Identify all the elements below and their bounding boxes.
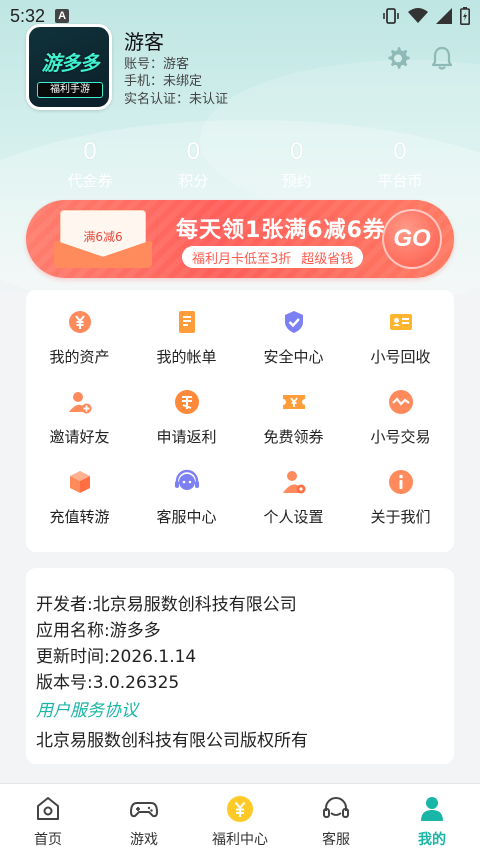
developer-text: 开发者:北京易服数创科技有限公司 (36, 595, 297, 615)
app-name-text: 应用名称:游多多 (36, 621, 161, 641)
logo-title: 游多多 (41, 51, 100, 75)
user-agreement-link[interactable]: 用户服务协议 (36, 696, 138, 721)
menu-label: 个人设置 (263, 508, 324, 526)
shield-check-icon (284, 311, 303, 333)
stat-points[interactable]: 0 积分 (143, 138, 243, 191)
stat-label: 代金券 (67, 172, 113, 190)
stat-value: 0 (186, 138, 200, 165)
menu-item-recycle[interactable]: 小号回收 (347, 308, 454, 388)
notification-badge: A (55, 9, 70, 23)
banner-sub-right: 超级省钱 (301, 251, 354, 267)
signal-icon (436, 8, 452, 24)
id-card-icon (389, 314, 412, 330)
stat-label: 积分 (178, 172, 209, 190)
stat-platform-coins[interactable]: 0 平台币 (350, 138, 450, 191)
bill-icon (178, 311, 195, 333)
stat-reservations[interactable]: 0 预约 (247, 138, 347, 191)
status-icons (382, 7, 470, 25)
user-settings-icon (282, 471, 305, 494)
copyright-text: 北京易服数创科技有限公司版权所有 (36, 731, 308, 751)
welfare-coin-icon (227, 796, 253, 822)
nav-games[interactable]: 游戏 (96, 784, 192, 853)
menu-label: 充值转游 (49, 508, 110, 526)
avatar[interactable]: 游多多 福利手游 (26, 24, 112, 110)
coupon-icon (282, 395, 305, 409)
nav-label: 游戏 (130, 832, 158, 848)
logo-subtitle: 福利手游 (37, 82, 103, 98)
banner-title: 每天领1张满6减6券 (176, 218, 386, 243)
home-icon (37, 797, 59, 820)
voucher-icon: 满6减6 (54, 208, 152, 268)
nav-label: 客服 (322, 832, 350, 848)
menu-label: 我的帐单 (156, 348, 217, 366)
menu-item-recharge-transfer[interactable]: 充值转游 (26, 468, 133, 548)
menu-item-security[interactable]: 安全中心 (240, 308, 347, 388)
menu-label: 我的资产 (49, 348, 110, 366)
menu-label: 免费领券 (263, 428, 324, 446)
yen-coin-icon (68, 311, 91, 333)
wifi-icon (408, 8, 428, 23)
menu-label: 申请返利 (156, 428, 217, 446)
gamepad-icon (130, 802, 158, 818)
bottom-nav: 首页 游戏 福利中心 客服 我的 (0, 783, 480, 853)
menu-label: 小号回收 (370, 348, 431, 366)
menu-item-personal-settings[interactable]: 个人设置 (240, 468, 347, 548)
headset-icon (174, 469, 199, 490)
promo-banner[interactable]: 满6减6 每天领1张满6减6券 福利月卡低至3折 超级省钱 GO (26, 200, 454, 278)
app-info-card: 开发者:北京易服数创科技有限公司 应用名称:游多多 更新时间:2026.1.14… (26, 568, 454, 764)
menu-item-trade[interactable]: 小号交易 (347, 388, 454, 468)
profile-icon (421, 797, 443, 821)
menu-label: 安全中心 (263, 348, 324, 366)
settings-icon[interactable] (384, 44, 412, 72)
user-name[interactable]: 游客 (124, 26, 164, 55)
go-button[interactable]: GO (382, 209, 442, 269)
stat-voucher[interactable]: 0 代金券 (40, 138, 140, 191)
bell-icon[interactable] (428, 44, 456, 72)
cube-icon (69, 471, 90, 493)
nav-label: 首页 (34, 832, 62, 848)
voucher-text: 满6减6 (83, 230, 123, 244)
menu-label: 邀请好友 (49, 428, 110, 446)
banner-sub-left: 福利月卡低至3折 (192, 251, 292, 267)
realname-text: 实名认证：未认证 (124, 92, 229, 107)
battery-icon (460, 7, 470, 25)
menu-item-rebate[interactable]: 申请返利 (133, 388, 240, 468)
menu-item-assets[interactable]: 我的资产 (26, 308, 133, 388)
stats-row: 0 代金券 0 积分 0 预约 0 平台币 (40, 138, 450, 191)
stat-value: 0 (83, 138, 97, 165)
menu-item-invite[interactable]: 邀请好友 (26, 388, 133, 468)
menu-label: 关于我们 (370, 508, 431, 526)
menu-item-support[interactable]: 客服中心 (133, 468, 240, 548)
menu-item-free-coupon[interactable]: 免费领券 (240, 388, 347, 468)
menu-grid: 我的资产 我的帐单 安全中心 小号回收 邀请好友 申请返利 免费领券 小号交易 … (26, 308, 454, 548)
vibrate-icon (383, 8, 399, 24)
info-icon (388, 470, 413, 494)
rebate-icon (174, 390, 199, 414)
stat-label: 平台币 (377, 172, 423, 190)
invite-user-icon (68, 392, 91, 414)
version-text: 版本号:3.0.26325 (36, 673, 180, 693)
stat-label: 预约 (281, 172, 312, 190)
trade-icon (388, 390, 413, 414)
phone-text: 手机：未绑定 (124, 74, 203, 89)
nav-home[interactable]: 首页 (0, 784, 96, 853)
nav-label: 福利中心 (212, 832, 268, 848)
support-icon (323, 797, 349, 818)
banner-subtitle: 福利月卡低至3折 超级省钱 (182, 246, 364, 268)
stat-value: 0 (393, 138, 407, 165)
menu-card: 我的资产 我的帐单 安全中心 小号回收 邀请好友 申请返利 免费领券 小号交易 … (26, 290, 454, 552)
menu-label: 小号交易 (370, 428, 431, 446)
menu-item-bills[interactable]: 我的帐单 (133, 308, 240, 388)
nav-label: 我的 (418, 832, 446, 848)
menu-item-about[interactable]: 关于我们 (347, 468, 454, 548)
nav-profile[interactable]: 我的 (384, 784, 480, 853)
update-time-text: 更新时间:2026.1.14 (36, 647, 197, 667)
stat-value: 0 (289, 138, 304, 165)
menu-label: 客服中心 (156, 508, 217, 526)
nav-support[interactable]: 客服 (288, 784, 384, 853)
nav-welfare[interactable]: 福利中心 (192, 784, 288, 853)
